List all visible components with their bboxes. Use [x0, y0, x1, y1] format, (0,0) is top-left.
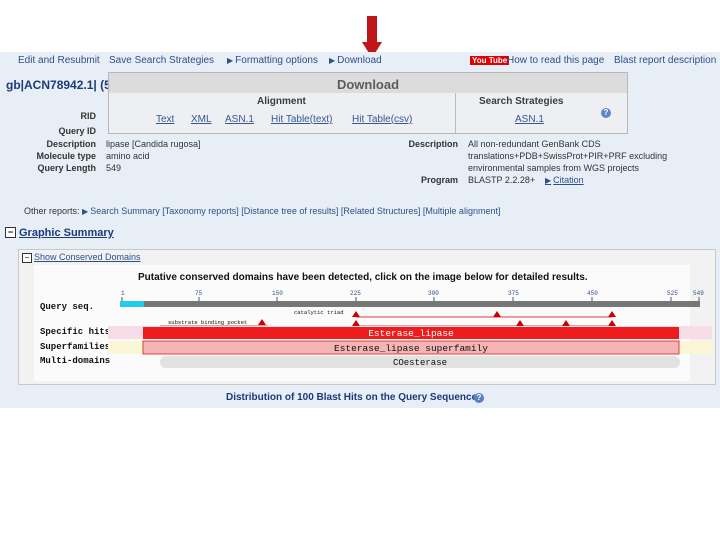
binding-pocket-label: substrate binding pocket [168, 319, 247, 326]
tick-label: 300 [428, 290, 439, 297]
tick-label: 375 [508, 290, 519, 297]
tick-marks [121, 297, 700, 301]
tick-label: 150 [272, 290, 283, 297]
tick-label: 450 [587, 290, 598, 297]
distribution-title: Distribution of 100 Blast Hits on the Qu… [226, 392, 478, 403]
tick-label: 225 [350, 290, 361, 297]
query-seq-start [120, 301, 144, 307]
tick-label: 525 [667, 290, 678, 297]
blast-results-screenshot: Edit and Resubmit Save Search Strategies… [0, 52, 720, 408]
catalytic-markers [352, 311, 616, 326]
tick-label: 1 [121, 290, 125, 297]
multidomain-label: COesterase [393, 358, 447, 368]
catalytic-triad-label: catalytic triad [294, 309, 344, 316]
superfamily-label: Esterase_lipase superfamily [334, 343, 488, 354]
help-icon[interactable]: ? [474, 393, 484, 403]
binding-pocket-marker [258, 319, 266, 325]
tick-label: 75 [195, 290, 203, 297]
query-seq-bar [144, 301, 700, 307]
tick-label: 549 [693, 290, 704, 297]
domain-graphic[interactable]: 1 75 150 225 300 375 450 525 549 substra… [0, 52, 720, 408]
specific-hit-label: Esterase_lipase [368, 328, 454, 339]
